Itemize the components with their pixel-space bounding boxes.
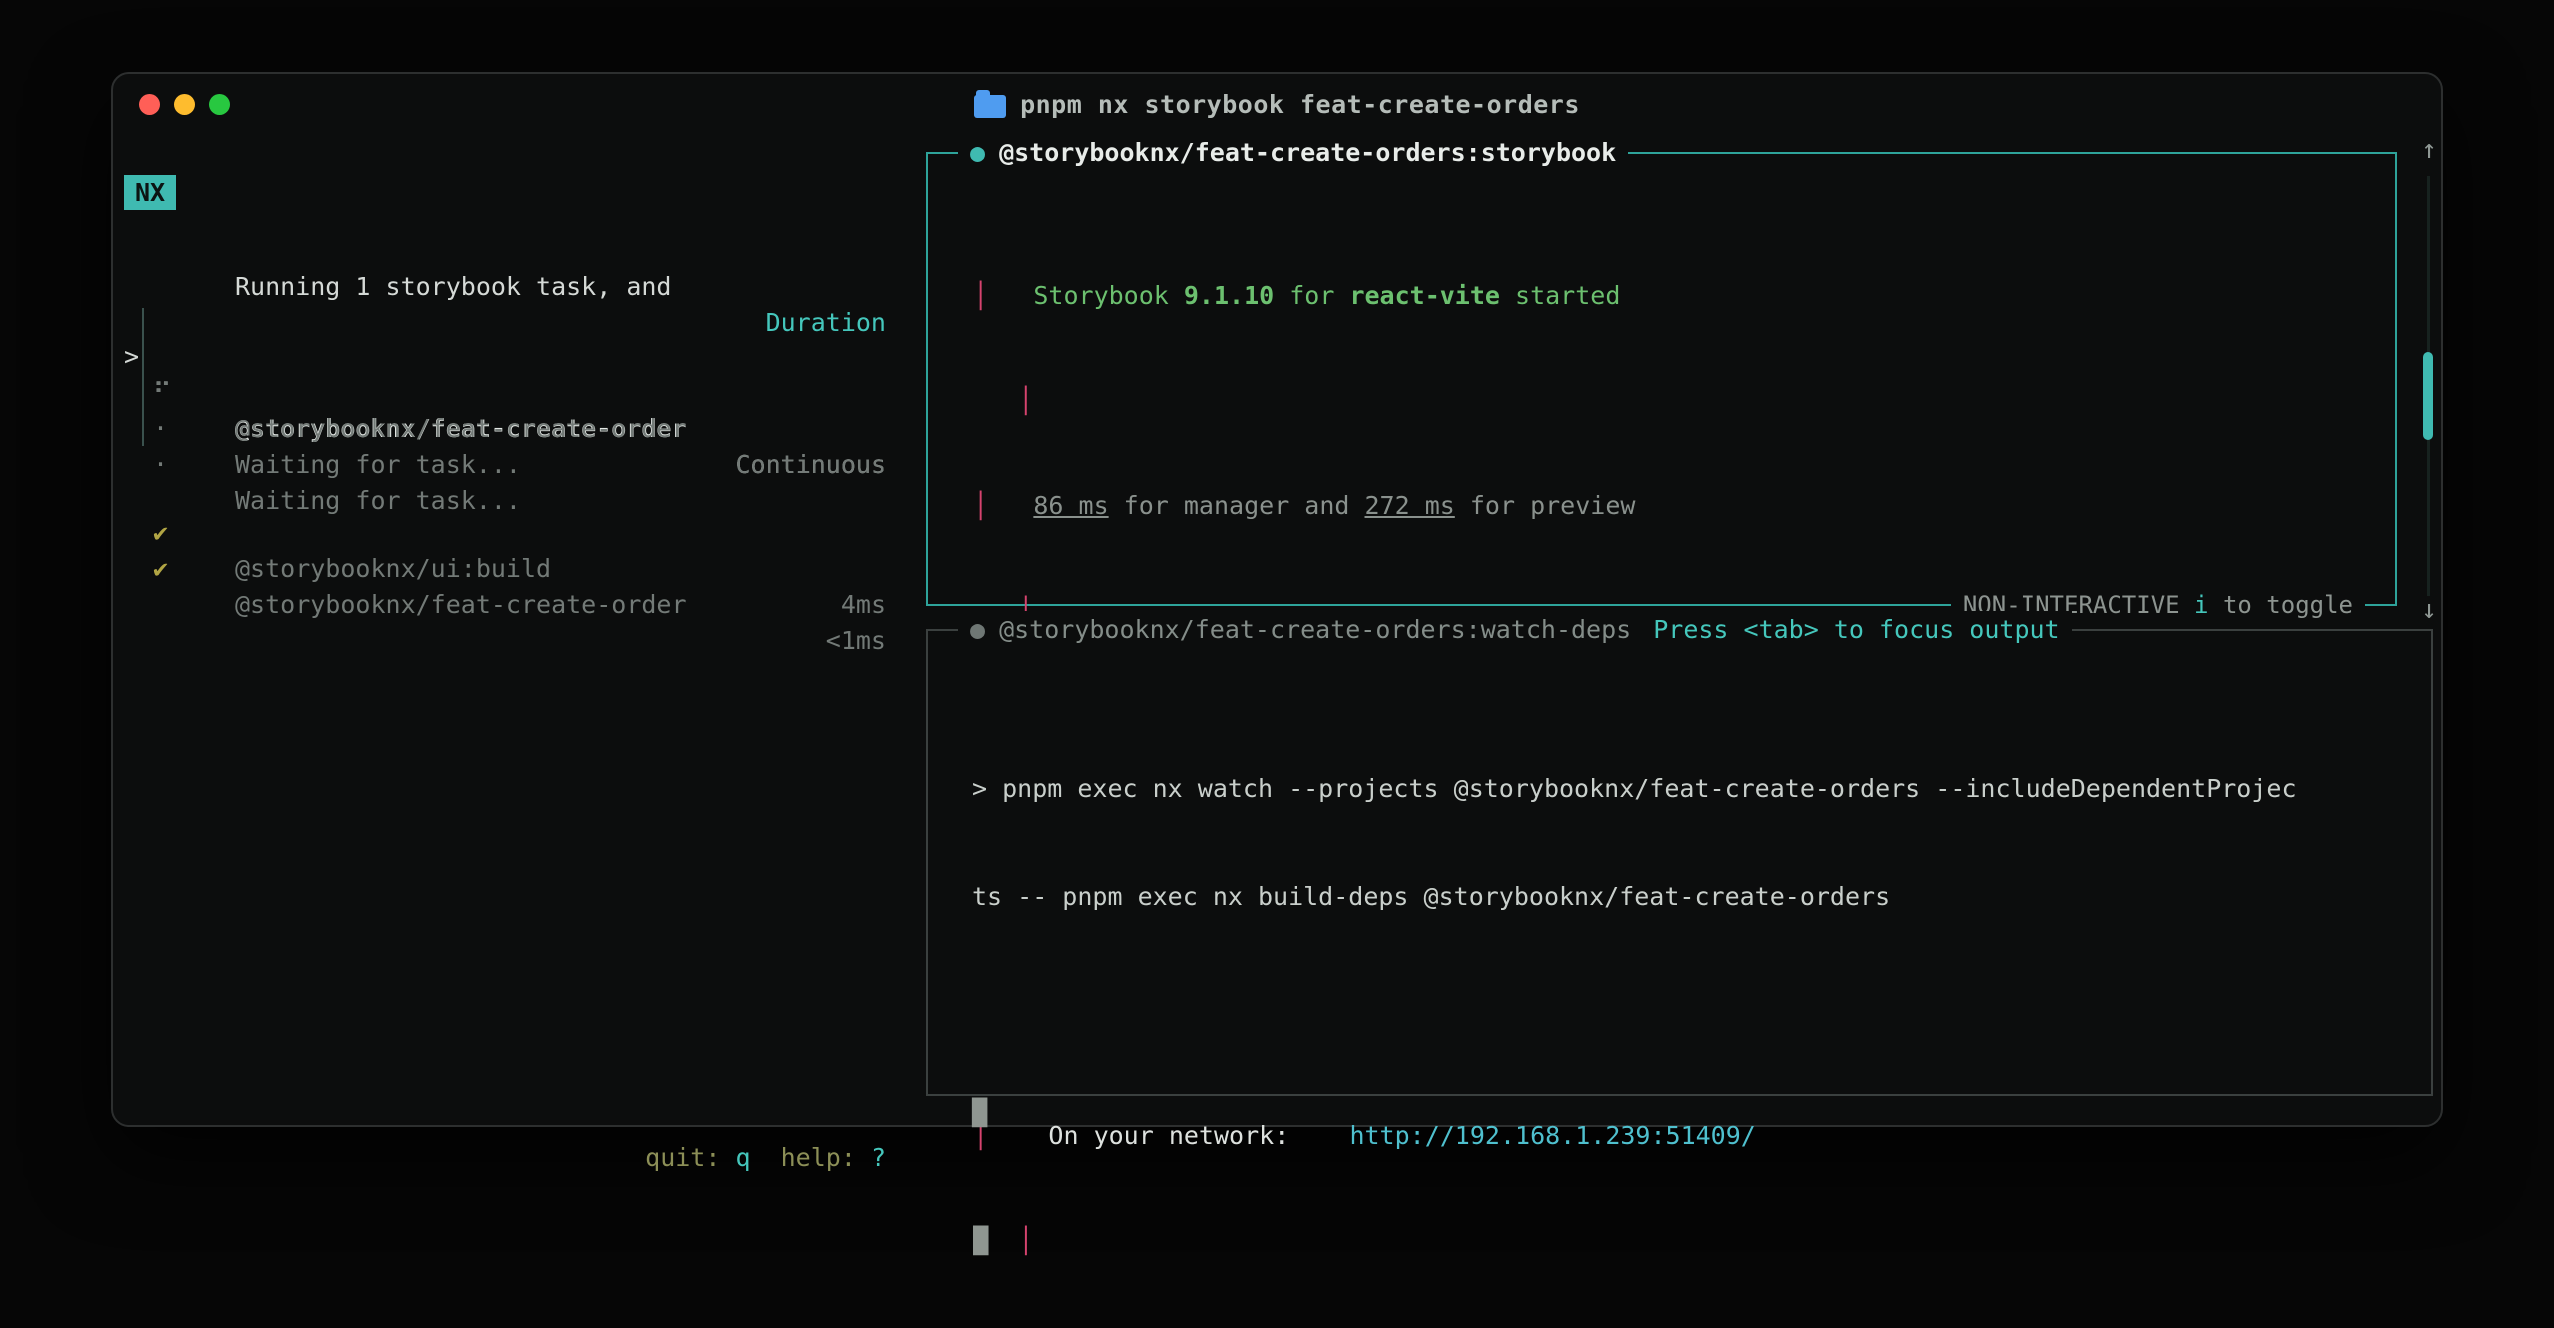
output-text: for preview xyxy=(1455,491,1636,520)
nx-badge: NX xyxy=(124,175,176,210)
summary-text: Running 1 storybook task, and xyxy=(235,269,672,305)
watch-deps-pane-title: @storybooknx/feat-create-orders:watch-de… xyxy=(999,615,1631,644)
toggle-key: i xyxy=(2194,591,2208,619)
watch-deps-terminal-output: > pnpm exec nx watch --projects @storybo… xyxy=(972,699,2421,1203)
focus-output-hint: Press <tab> to focus output xyxy=(1653,615,2059,644)
idle-dot-icon: ● xyxy=(970,615,985,644)
task-duration: 4ms xyxy=(841,587,886,623)
output-line: │ 86 ms for manager and 272 ms for previ… xyxy=(928,488,2391,523)
folder-icon xyxy=(974,95,1006,118)
keyboard-hints-footer: quit: q help: ? xyxy=(124,1140,886,1176)
output-text: started xyxy=(1500,281,1620,310)
task-list-header: Running 1 storybook task, and Duration xyxy=(124,233,886,269)
terminal-cursor: █ xyxy=(972,1095,2421,1131)
running-dot-icon: ● xyxy=(970,138,985,167)
terminal-cursor: █ xyxy=(928,1226,988,1255)
scroll-down-icon[interactable]: ↓ xyxy=(2409,595,2449,625)
help-hint-label: help: xyxy=(751,1143,871,1172)
pink-bar: │ xyxy=(928,281,1033,310)
quit-key: q xyxy=(735,1143,750,1172)
task-row[interactable]: ⠋ @storybooknx/feat-create-order Continu… xyxy=(124,339,886,375)
storybook-output-pane[interactable]: ●@storybooknx/feat-create-orders:storybo… xyxy=(926,152,2397,606)
preview-time: 272 ms xyxy=(1365,491,1455,520)
check-icon: ✔ xyxy=(153,551,168,587)
watch-deps-output-pane[interactable]: ●@storybooknx/feat-create-orders:watch-d… xyxy=(926,629,2433,1096)
task-list-panel: NX Running 1 storybook task, and Duratio… xyxy=(113,134,913,1125)
task-name: @storybooknx/ui:build xyxy=(235,551,551,587)
task-row[interactable]: · Waiting for task... xyxy=(124,375,886,411)
task-duration: <1ms xyxy=(826,623,886,659)
help-key: ? xyxy=(871,1143,886,1172)
pink-bar: │ xyxy=(988,1226,1033,1255)
task-row[interactable]: · Waiting for task... xyxy=(124,411,886,447)
pending-dot-icon: · xyxy=(153,447,168,483)
title-bar[interactable]: pnpm nx storybook feat-create-orders xyxy=(113,74,2441,134)
output-text: for xyxy=(1274,281,1349,310)
pink-bar: │ xyxy=(928,386,1033,415)
completed-task-row[interactable]: ✔ @storybooknx/ui:build 4ms xyxy=(124,479,886,515)
storybook-version: 9.1.10 xyxy=(1184,281,1274,310)
command-line: > pnpm exec nx watch --projects @storybo… xyxy=(972,771,2421,807)
builder-name: react-vite xyxy=(1349,281,1500,310)
blank-line xyxy=(972,987,2421,1023)
output-text: for manager and xyxy=(1109,491,1365,520)
window-title: pnpm nx storybook feat-create-orders xyxy=(1020,90,1580,119)
task-name: @storybooknx/feat-create-order xyxy=(235,587,687,623)
output-line: █ │ xyxy=(928,1223,2391,1258)
command-line: ts -- pnpm exec nx build-deps @storybook… xyxy=(972,879,2421,915)
quit-hint-label: quit: xyxy=(645,1143,735,1172)
storybook-pane-header: ● @storybooknx/feat-create-orders:storybo… xyxy=(958,134,1628,172)
scrollbar-thumb[interactable] xyxy=(2423,352,2433,440)
storybook-pane-title: @storybooknx/feat-create-orders:storyboo… xyxy=(999,138,1616,167)
output-line: │ xyxy=(928,383,2391,418)
task-name: Waiting for task... xyxy=(235,447,521,483)
output-text: Storybook xyxy=(1033,281,1184,310)
terminal-window: pnpm nx storybook feat-create-orders NX … xyxy=(111,72,2443,1127)
watch-deps-pane-header: ● @storybooknx/feat-create-orders:watch-d… xyxy=(958,611,2072,649)
task-status: Continuous xyxy=(735,447,886,483)
manager-time: 86 ms xyxy=(1033,491,1108,520)
task-row[interactable]: > ⠋ @storybooknx/feat-create-order Conti… xyxy=(124,303,886,339)
pink-bar: │ xyxy=(928,491,1033,520)
scroll-up-icon[interactable]: ↑ xyxy=(2409,135,2449,165)
completed-task-row[interactable]: ✔ @storybooknx/feat-create-order <1ms xyxy=(124,515,886,551)
output-line: │ Storybook 9.1.10 for react-vite starte… xyxy=(928,278,2391,313)
note-text: to toggle xyxy=(2209,591,2354,619)
